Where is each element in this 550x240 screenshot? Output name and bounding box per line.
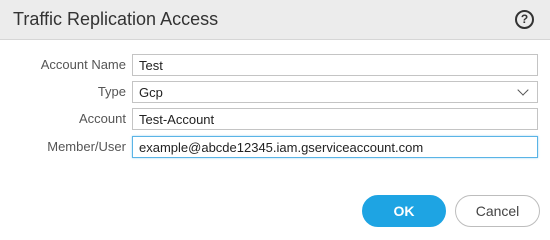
type-select-value: Gcp (139, 85, 163, 100)
account-label: Account (79, 111, 126, 126)
cancel-button[interactable]: Cancel (455, 195, 540, 227)
account-name-label: Account Name (40, 57, 126, 72)
account-row: Account Test-Account (0, 108, 550, 130)
type-label: Type (97, 84, 126, 99)
help-icon[interactable]: ? (515, 10, 534, 29)
dialog-header: Traffic Replication Access ? (0, 0, 550, 40)
type-row: Type Gcp (0, 81, 550, 103)
member-user-row: Member/User example@abcde12345.iam.gserv… (0, 136, 550, 158)
type-select[interactable]: Gcp (132, 81, 538, 103)
account-name-input[interactable]: Test (132, 54, 538, 76)
member-user-label: Member/User (47, 139, 126, 154)
member-user-input[interactable]: example@abcde12345.iam.gserviceaccount.c… (132, 136, 538, 158)
dialog-title: Traffic Replication Access (13, 9, 219, 29)
account-input[interactable]: Test-Account (132, 108, 538, 130)
traffic-replication-access-dialog: Traffic Replication Access ? Account Nam… (0, 0, 550, 240)
chevron-down-icon (517, 84, 529, 96)
account-name-row: Account Name Test (0, 54, 550, 76)
ok-button[interactable]: OK (362, 195, 446, 227)
